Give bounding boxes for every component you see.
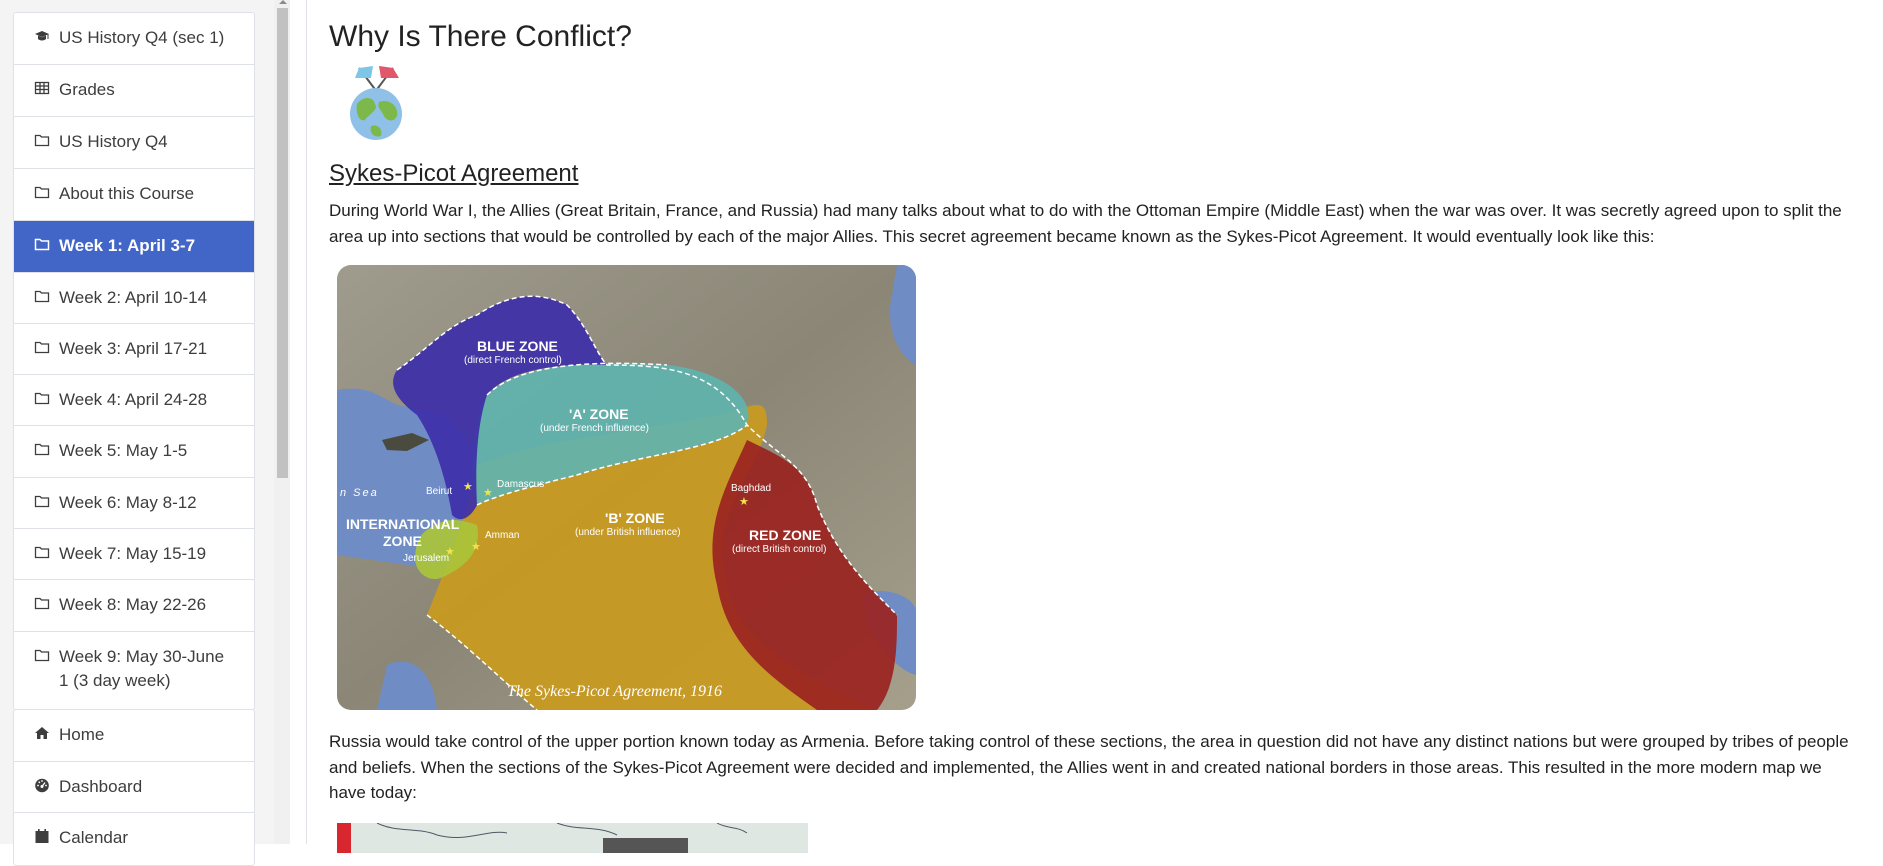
b-zone-sublabel: (under British influence) [575, 527, 681, 538]
nav-item-label: Week 4: April 24-28 [59, 390, 208, 409]
folder-icon [34, 390, 50, 406]
nav-item-label: Week 9: May 30-June 1 (3 day week) [59, 647, 225, 690]
nav-item-week-1[interactable]: Week 1: April 3-7 [14, 221, 254, 273]
content-divider [306, 0, 307, 844]
a-zone-label: 'A' ZONE [569, 406, 629, 422]
nav-item-grades[interactable]: Grades [14, 65, 254, 117]
calendar-icon [34, 828, 50, 844]
nav-item-course[interactable]: US History Q4 (sec 1) [14, 13, 254, 65]
nav-item-label: US History Q4 (sec 1) [59, 28, 225, 47]
nav-item-week-3[interactable]: Week 3: April 17-21 [14, 324, 254, 375]
folder-icon [34, 647, 50, 663]
course-nav: US History Q4 (sec 1) Grades US History … [13, 12, 255, 710]
nav-item-calendar[interactable]: Calendar [14, 813, 254, 865]
international-zone-label-2: ZONE [383, 533, 422, 549]
folder-icon [34, 339, 50, 355]
nav-item-label: Week 1: April 3-7 [59, 236, 196, 255]
nav-item-label: Grades [59, 80, 115, 99]
nav-item-week-8[interactable]: Week 8: May 22-26 [14, 580, 254, 632]
nav-item-label: US History Q4 [59, 132, 168, 151]
nav-item-label: Week 5: May 1-5 [59, 441, 188, 460]
scrollbar-thumb[interactable] [277, 8, 288, 478]
paragraph-russia: Russia would take control of the upper p… [329, 732, 1849, 802]
city-jerusalem: Jerusalem [403, 553, 450, 564]
scroll-up-arrow-icon[interactable] [277, 0, 288, 6]
modern-map-image [337, 823, 808, 853]
table-icon [34, 80, 50, 96]
red-zone-label: RED ZONE [749, 527, 822, 543]
nav-item-week-7[interactable]: Week 7: May 15-19 [14, 529, 254, 580]
folder-icon [34, 441, 50, 457]
city-amman: Amman [485, 530, 520, 541]
b-zone-label: 'B' ZONE [605, 510, 665, 526]
nav-item-week-9[interactable]: Week 9: May 30-June 1 (3 day week) [14, 632, 254, 709]
sykes-picot-map-image: ★ ★ ★ ★ ★ BLUE ZONE (direct French control)… [337, 265, 916, 710]
map-caption: The Sykes-Picot Agreement, 1916 [507, 683, 723, 700]
page-title: Why Is There Conflict? [329, 20, 632, 53]
nav-item-label: Week 7: May 15-19 [59, 544, 207, 563]
nav-item-us-history-q4[interactable]: US History Q4 [14, 117, 254, 169]
dashboard-icon [34, 777, 50, 793]
city-baghdad: Baghdad [731, 483, 772, 494]
folder-icon [34, 493, 50, 509]
nav-item-label: Calendar [59, 828, 128, 847]
nav-item-label: Week 6: May 8-12 [59, 493, 197, 512]
folder-icon [34, 132, 50, 148]
graduation-cap-icon [34, 28, 50, 44]
site-nav: Home Dashboard Calendar [13, 709, 255, 866]
globe-flags-icon [345, 62, 407, 142]
nav-item-week-5[interactable]: Week 5: May 1-5 [14, 426, 254, 478]
nav-item-about-course[interactable]: About this Course [14, 169, 254, 221]
nav-item-label: Week 3: April 17-21 [59, 339, 208, 358]
nav-item-label: Week 8: May 22-26 [59, 595, 207, 614]
folder-icon [34, 544, 50, 560]
nav-item-week-6[interactable]: Week 6: May 8-12 [14, 478, 254, 529]
map-labels: BLUE ZONE (direct French control) 'A' ZO… [337, 265, 916, 710]
nav-item-label: About this Course [59, 184, 195, 203]
folder-icon [34, 288, 50, 304]
nav-item-home[interactable]: Home [14, 710, 254, 762]
nav-item-week-2[interactable]: Week 2: April 10-14 [14, 273, 254, 324]
sea-label: n Sea [340, 487, 379, 499]
a-zone-sublabel: (under French influence) [540, 423, 649, 434]
international-zone-label-1: INTERNATIONAL [346, 516, 460, 532]
folder-icon [34, 236, 50, 252]
nav-item-label: Week 2: April 10-14 [59, 288, 208, 307]
red-zone-sublabel: (direct British control) [732, 544, 827, 555]
city-damascus: Damascus [497, 479, 545, 490]
nav-item-dashboard[interactable]: Dashboard [14, 762, 254, 813]
home-icon [34, 725, 50, 741]
blue-zone-label: BLUE ZONE [477, 338, 558, 354]
folder-icon [34, 184, 50, 200]
blue-zone-sublabel: (direct French control) [464, 355, 562, 366]
nav-item-label: Dashboard [59, 777, 143, 796]
city-beirut: Beirut [426, 486, 453, 497]
sykes-picot-heading-link[interactable]: Sykes-Picot Agreement [329, 160, 578, 188]
nav-item-week-4[interactable]: Week 4: April 24-28 [14, 375, 254, 426]
paragraph-allies: During World War I, the Allies (Great Br… [329, 201, 1842, 246]
nav-item-label: Home [59, 725, 105, 744]
folder-icon [34, 595, 50, 611]
